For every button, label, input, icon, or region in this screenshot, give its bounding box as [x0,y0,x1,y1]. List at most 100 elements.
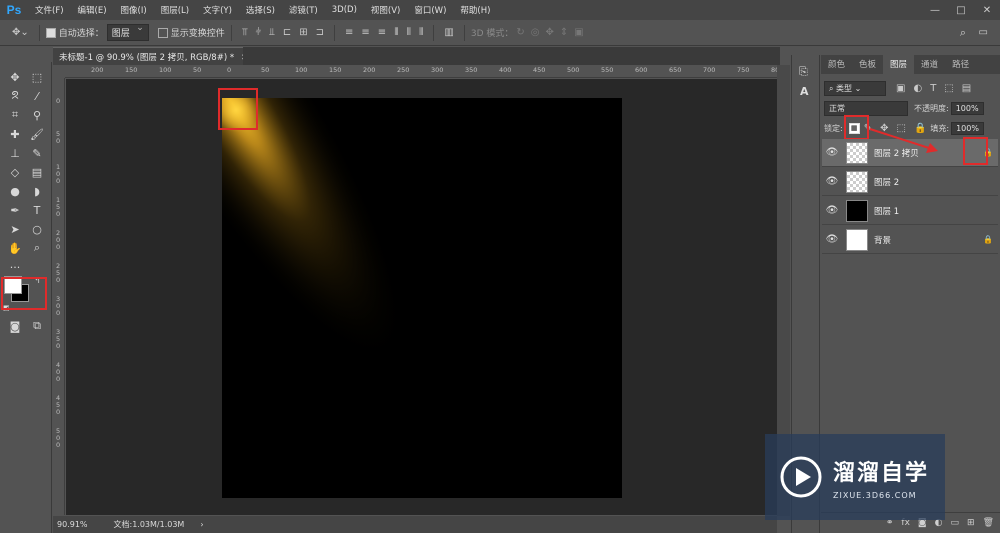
new-group-icon[interactable]: ▭ [951,518,960,528]
layer-row[interactable]: 👁 图层 2 [822,168,998,196]
tab-strip [243,47,780,65]
layer-filter-dropdown[interactable]: ⌕ 类型 ⌄ [824,80,886,96]
menu-3d[interactable]: 3D(D) [325,5,364,15]
ruler-tick-label: 4 0 0 [56,361,61,383]
layer-name[interactable]: 图层 1 [874,205,998,217]
zoom-level[interactable]: 90.91% [57,520,88,529]
path-select-icon[interactable]: ➤ [5,220,25,238]
minimize-button[interactable]: — [922,0,948,20]
align-hcenter-icon[interactable]: ⊞ [299,27,307,38]
history-panel-icon[interactable]: ⎘ [799,65,808,79]
eyedropper-icon[interactable]: ⚲ [27,106,47,124]
maximize-button[interactable]: □ [948,0,974,20]
pen-tool-icon[interactable]: ✒ [5,201,25,219]
dodge-tool-icon[interactable]: ◗ [27,182,47,200]
tab-channels[interactable]: 通道 [914,55,945,74]
blend-mode-dropdown[interactable]: 正常 [824,100,908,116]
align-bottom-icon[interactable]: ⫫ [269,27,275,38]
menu-layer[interactable]: 图层(L) [154,4,196,16]
visibility-eye-icon[interactable]: 👁 [822,234,842,245]
search-icon[interactable]: ⌕ [960,26,966,40]
layer-name[interactable]: 图层 2 [874,176,998,188]
distribute-left-icon[interactable]: ⦀ [394,27,398,38]
menu-filter[interactable]: 滤镜(T) [282,4,325,16]
magic-wand-icon[interactable]: ⁄ [27,87,47,105]
document-tab[interactable]: 未标题-1 @ 90.9% (图层 2 拷贝, RGB/8#) * ✕ [53,47,248,65]
quick-mask-icon[interactable]: ◙ [5,317,25,335]
close-button[interactable]: ✕ [974,0,1000,20]
document-canvas[interactable] [222,98,622,498]
align-vcenter-icon[interactable]: ⫩ [255,27,261,38]
menu-type[interactable]: 文字(Y) [196,4,239,16]
crop-tool-icon[interactable]: ⌗ [5,106,25,124]
layer-name[interactable]: 背景 [874,234,978,246]
tools-panel: ✥ ⬚ ᘝ ⁄ ⌗ ⚲ ✚ 🖌 ⊥ ✎ ◇ ▤ ● ◗ ✒ T ➤ ○ ✋ ⌕ … [0,62,52,533]
align-right-icon[interactable]: ⊐ [316,27,324,38]
auto-select-checkbox[interactable] [45,27,56,38]
ruler-tick-label: 1 5 0 [56,196,61,218]
visibility-eye-icon[interactable]: 👁 [822,205,842,216]
menu-select[interactable]: 选择(S) [239,4,282,16]
ruler-tick-label: 150 [329,66,342,74]
filter-adjust-icon[interactable]: ◐ [913,83,922,94]
fill-input[interactable]: 100% [951,121,984,135]
move-tool-icon[interactable]: ✥⌄ [12,27,29,38]
filter-pixel-icon[interactable]: ▣ [896,83,905,94]
hand-tool-icon[interactable]: ✋ [5,239,25,257]
healing-brush-icon[interactable]: ✚ [5,125,25,143]
align-top-icon[interactable]: ⫪ [242,27,248,38]
distribute-bottom-icon[interactable]: ≡ [378,27,386,38]
tab-color[interactable]: 颜色 [821,55,852,74]
zoom-tool-icon[interactable]: ⌕ [27,239,47,257]
chevron-right-icon[interactable]: › [200,520,203,529]
auto-align-icon[interactable]: ▥ [444,27,453,38]
menu-file[interactable]: 文件(F) [28,4,71,16]
3d-roll-icon: ◎ [530,27,540,38]
layer-row[interactable]: 👁 图层 1 [822,197,998,225]
filter-shape-icon[interactable]: ⬚ [944,83,953,94]
gradient-tool-icon[interactable]: ▤ [27,163,47,181]
distribute-top-icon[interactable]: ≡ [345,27,353,38]
distribute-hcenter-icon[interactable]: ⦀ [407,27,411,38]
highlight-box-layer-lock [963,137,988,165]
ruler-tick-label: 250 [397,66,410,74]
layer-row[interactable]: 👁 背景 🔒 [822,226,998,254]
opacity-input[interactable]: 100% [950,101,984,115]
watermark-url: ZIXUE.3D66.COM [833,490,917,500]
tab-paths[interactable]: 路径 [945,55,976,74]
filter-type-icon[interactable]: T [930,83,936,94]
type-tool-icon[interactable]: T [27,201,47,219]
move-tool-icon[interactable]: ✥ [5,68,25,86]
distribute-right-icon[interactable]: ⦀ [419,27,423,38]
visibility-eye-icon[interactable]: 👁 [822,147,842,158]
auto-select-target-dropdown[interactable]: 图层 [106,23,149,41]
clone-stamp-icon[interactable]: ⊥ [5,144,25,162]
menu-view[interactable]: 视图(V) [364,4,407,16]
more-tools-icon[interactable]: ··· [5,258,25,276]
ruler-left: 0 5 0 1 0 0 1 5 0 2 0 0 2 5 0 3 0 0 3 5 0 4 0 0 4… [53,78,65,515]
tab-layers[interactable]: 图层 [883,55,915,74]
workspace-icon[interactable]: ▭ [979,27,988,38]
show-transform-checkbox[interactable] [157,27,168,38]
history-brush-icon[interactable]: ✎ [27,144,47,162]
menu-window[interactable]: 窗口(W) [407,4,453,16]
blur-tool-icon[interactable]: ● [5,182,25,200]
distribute-vcenter-icon[interactable]: ≡ [361,27,369,38]
visibility-eye-icon[interactable]: 👁 [822,176,842,187]
ellipse-tool-icon[interactable]: ○ [27,220,47,238]
delete-layer-icon[interactable]: 🗑 [983,518,994,528]
brush-tool-icon[interactable]: 🖌 [27,125,47,143]
tab-swatches[interactable]: 色板 [852,55,883,74]
menu-help[interactable]: 帮助(H) [453,4,497,16]
menu-edit[interactable]: 编辑(E) [71,4,114,16]
ruler-tick-label: 1 0 0 [56,163,61,185]
menu-image[interactable]: 图像(I) [114,4,154,16]
filter-smart-icon[interactable]: ▤ [962,83,971,94]
lasso-tool-icon[interactable]: ᘝ [5,87,25,105]
screen-mode-icon[interactable]: ⧉ [27,317,47,335]
eraser-tool-icon[interactable]: ◇ [5,163,25,181]
character-panel-icon[interactable]: A [800,85,809,98]
marquee-tool-icon[interactable]: ⬚ [27,68,47,86]
align-left-icon[interactable]: ⊏ [283,27,291,38]
new-layer-icon[interactable]: ⊞ [967,518,975,528]
